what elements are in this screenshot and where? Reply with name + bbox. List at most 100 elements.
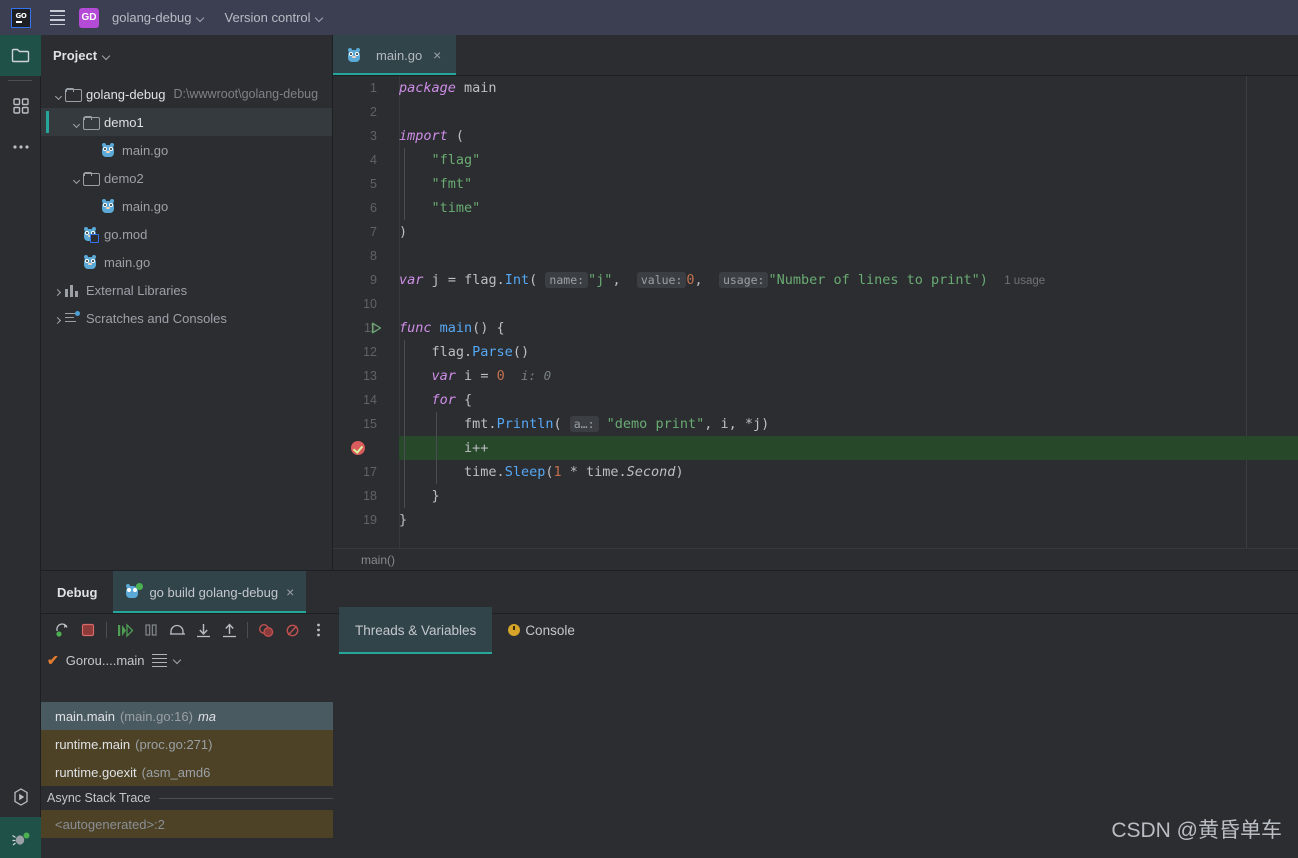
tree-item-d2main[interactable]: main.go <box>41 192 332 220</box>
stack-frame-row[interactable]: runtime.main (proc.go:271) <box>41 730 333 758</box>
breadcrumb-label: main() <box>361 552 396 567</box>
code-text: var j = flag.Int( name: "j", value: 0, usa… <box>399 268 1298 293</box>
code-text: time.Sleep(1 * time.Second) <box>399 460 1298 484</box>
line-number: 6 <box>370 201 377 215</box>
breakpoint-icon[interactable] <box>351 441 365 455</box>
chevron-right-icon[interactable] <box>51 311 65 326</box>
code-text: i++ <box>399 436 1298 460</box>
code-line-9: 9 var j = flag.Int( name: "j", value: 0, us… <box>333 268 1298 292</box>
code-token: var <box>431 368 456 384</box>
async-label: Async Stack Trace <box>47 791 151 805</box>
tree-item-scratch[interactable]: Scratches and Consoles <box>41 304 332 332</box>
project-tool-window: Project golang-debug D:\wwwroot\golang-de… <box>41 35 333 570</box>
tab-console[interactable]: Console <box>492 607 591 654</box>
more-options-button[interactable] <box>305 617 331 643</box>
code-token: , <box>694 272 703 288</box>
code-token: 1 <box>553 464 562 480</box>
stop-button[interactable] <box>75 617 101 643</box>
tree-item-d1main[interactable]: main.go <box>41 136 332 164</box>
async-frame-row[interactable]: <autogenerated>:2 <box>41 810 333 838</box>
tree-item-demo1[interactable]: demo1 <box>41 108 332 136</box>
goland-logo-icon: GO <box>11 7 31 28</box>
library-icon <box>65 284 79 297</box>
code-token: = <box>480 368 497 384</box>
mute-breakpoints-button[interactable] <box>279 617 305 643</box>
code-token: time <box>464 464 497 480</box>
go-file-icon <box>101 198 115 214</box>
debug-panel-header: Debug go build golang-debug × <box>41 571 1298 614</box>
async-frame-label: <autogenerated>:2 <box>55 816 165 832</box>
pause-button[interactable] <box>138 617 164 643</box>
tree-item-demo2[interactable]: demo2 <box>41 164 332 192</box>
project-name-dropdown[interactable]: golang-debug <box>106 6 211 30</box>
code-line-19: 19} <box>333 508 1298 532</box>
tab-threads-and-variables[interactable]: Threads & Variables <box>339 606 493 654</box>
blocks-icon <box>12 97 29 114</box>
chevron-down-icon[interactable] <box>103 52 111 60</box>
divider <box>158 797 333 799</box>
breadcrumb: main() <box>333 548 1298 570</box>
view-breakpoints-button[interactable] <box>253 617 279 643</box>
pause-program-icon <box>145 624 157 636</box>
stack-frame-row[interactable]: runtime.goexit (asm_amd6 <box>41 758 333 786</box>
debug-toolbar-row: Threads & Variables Console <box>41 606 1298 654</box>
goroutine-selector[interactable]: ✔ Gorou....main <box>41 646 1298 674</box>
code-text: fmt.Println( a…: "demo print", i, *j) <box>399 412 1298 436</box>
ellipsis-icon <box>12 144 29 149</box>
code-token: usage: <box>718 272 769 288</box>
folder-icon <box>83 172 100 186</box>
code-token: Int <box>504 272 530 288</box>
tree-item-gomod[interactable]: go.mod <box>41 220 332 248</box>
rerun-icon <box>56 623 68 637</box>
step-out-button[interactable] <box>216 617 242 643</box>
sidebar-item-project[interactable] <box>0 35 41 76</box>
gutter-line[interactable] <box>333 436 399 460</box>
tree-item-rootmain[interactable]: main.go <box>41 248 332 276</box>
editor-tab-main-go[interactable]: main.go × <box>333 35 457 75</box>
sidebar-item-run[interactable] <box>0 776 41 817</box>
threads-list-icon[interactable] <box>151 653 167 667</box>
chevron-right-icon[interactable] <box>51 283 65 298</box>
sidebar-item-structure[interactable] <box>0 85 41 126</box>
version-control-label: Version control <box>224 10 311 25</box>
code-token: "fmt" <box>431 176 473 192</box>
chevron-down-icon[interactable] <box>51 87 65 102</box>
editor-area: main.go × 1 package main 2 3 import (4 "flag… <box>333 35 1298 570</box>
tree-item-root[interactable]: golang-debug D:\wwwroot\golang-debug <box>41 80 332 108</box>
project-panel-header: Project <box>41 35 332 76</box>
tree-item-extlibs[interactable]: External Libraries <box>41 276 332 304</box>
close-icon[interactable]: × <box>430 48 444 62</box>
tab-threads-label: Threads & Variables <box>355 622 477 638</box>
tree-item-label: Scratches and Consoles <box>86 310 227 326</box>
line-number: 9 <box>370 273 377 287</box>
hamburger-menu-icon[interactable] <box>45 6 69 30</box>
version-control-dropdown[interactable]: Version control <box>219 6 330 30</box>
code-editor[interactable]: 1 package main 2 3 import (4 "flag" 5 "fmt" 6 … <box>333 76 1298 570</box>
rerun-button[interactable] <box>49 617 75 643</box>
goroutine-label: Gorou....main <box>65 652 145 668</box>
chevron-down-icon[interactable] <box>69 171 83 186</box>
debug-session-tab[interactable]: go build golang-debug × <box>113 571 307 613</box>
code-token: "flag" <box>431 152 481 168</box>
line-number: 17 <box>363 465 377 479</box>
run-hexagon-icon <box>13 787 28 806</box>
chevron-down-icon <box>197 14 205 22</box>
stack-frame-row[interactable]: main.main (main.go:16) ma <box>41 702 333 730</box>
step-over-icon <box>169 624 185 635</box>
code-text: } <box>399 508 1298 532</box>
sidebar-item-debug[interactable] <box>0 817 41 858</box>
chevron-down-icon[interactable] <box>174 656 182 664</box>
run-gutter-icon[interactable] <box>371 322 382 334</box>
toolbar-divider <box>106 622 107 638</box>
chevron-down-icon[interactable] <box>69 115 83 130</box>
sidebar-item-more[interactable] <box>0 126 41 167</box>
code-text: "time" <box>399 196 1298 220</box>
code-line-10: 10 <box>333 292 1298 316</box>
resume-button[interactable] <box>112 617 138 643</box>
step-into-icon <box>196 623 210 637</box>
code-line-6: 6 "time" <box>333 196 1298 220</box>
close-icon[interactable]: × <box>286 584 294 600</box>
code-token: Parse <box>472 344 513 360</box>
step-over-button[interactable] <box>164 617 190 643</box>
step-into-button[interactable] <box>190 617 216 643</box>
